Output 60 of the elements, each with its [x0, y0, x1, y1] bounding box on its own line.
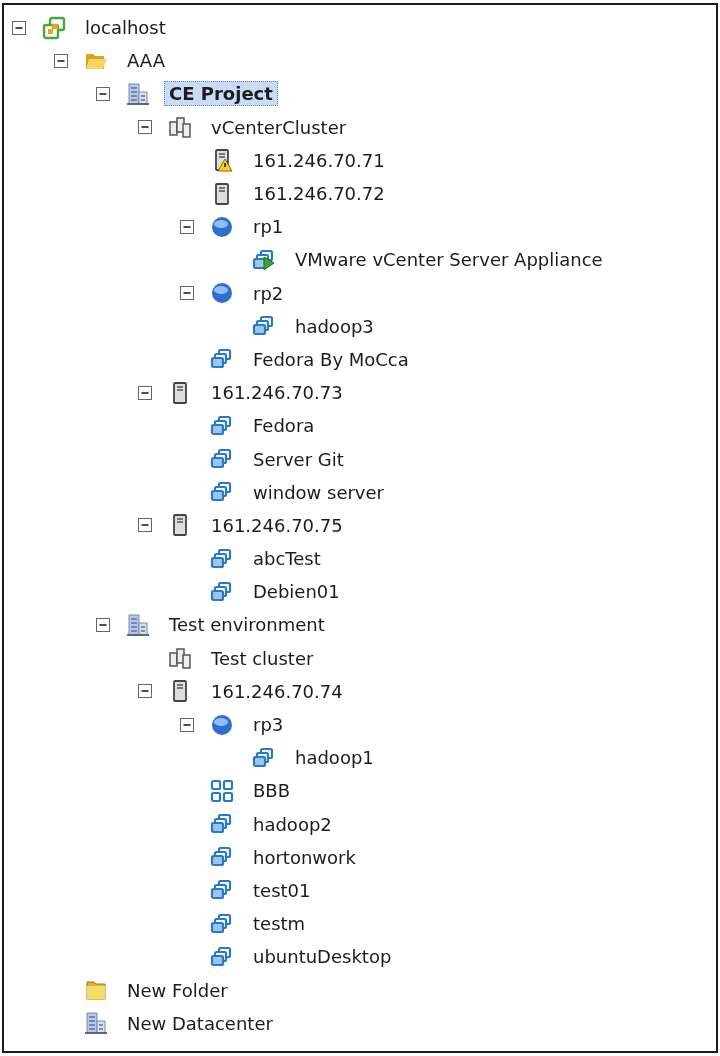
tree-item[interactable]: New Folder: [122, 977, 233, 1003]
tree-item[interactable]: Fedora By MoCca: [248, 346, 414, 372]
expand-toggle[interactable]: [12, 20, 26, 35]
vm-icon: [252, 745, 276, 770]
tree-item[interactable]: 161.246.70.71: [248, 147, 390, 173]
expand-toggle[interactable]: [54, 53, 68, 68]
tree-item[interactable]: hadoop3: [290, 313, 379, 339]
tree-item[interactable]: 161.246.70.72: [248, 181, 390, 207]
building-icon: [84, 1011, 108, 1036]
cluster-icon: [168, 115, 192, 140]
tree-item[interactable]: CE Project: [164, 81, 278, 107]
tree-item[interactable]: localhost: [80, 15, 171, 41]
sphere-icon: [210, 214, 234, 239]
expand-toggle[interactable]: [138, 120, 152, 135]
appliance-icon: [252, 247, 276, 272]
tree-item[interactable]: hadoop1: [290, 745, 379, 771]
tree-item[interactable]: test01: [248, 877, 316, 903]
sphere-icon: [210, 712, 234, 737]
tree-item[interactable]: Server Git: [248, 446, 349, 472]
expand-toggle[interactable]: [180, 219, 194, 234]
tree-item[interactable]: Debien01: [248, 579, 345, 605]
tree-item[interactable]: rp1: [248, 214, 289, 240]
tree-item[interactable]: 161.246.70.74: [206, 678, 348, 704]
cluster-icon: [168, 646, 192, 671]
vm-icon: [210, 944, 234, 969]
tree-item[interactable]: ubuntuDesktop: [248, 944, 397, 970]
tree-item[interactable]: vCenterCluster: [206, 114, 352, 140]
grid-icon: [210, 778, 234, 803]
tree-item[interactable]: testm: [248, 911, 311, 937]
expand-toggle[interactable]: [138, 385, 152, 400]
tree-item[interactable]: New Datacenter: [122, 1010, 278, 1036]
tree-item[interactable]: hadoop2: [248, 811, 337, 837]
building-icon: [126, 81, 150, 106]
tree-item[interactable]: hortonwork: [248, 844, 361, 870]
expand-toggle[interactable]: [180, 717, 194, 732]
tree-item[interactable]: 161.246.70.73: [206, 380, 348, 406]
tree-item[interactable]: rp2: [248, 280, 289, 306]
tree-item[interactable]: window server: [248, 479, 389, 505]
tree-item[interactable]: abcTest: [248, 546, 326, 572]
tree-item[interactable]: VMware vCenter Server Appliance: [290, 247, 608, 273]
vm-icon: [210, 546, 234, 571]
expand-toggle[interactable]: [96, 617, 110, 632]
folder-icon: [84, 978, 108, 1003]
tree-item[interactable]: BBB: [248, 778, 296, 804]
expand-toggle[interactable]: [138, 518, 152, 533]
vm-icon: [210, 579, 234, 604]
tree-item[interactable]: AAA: [122, 48, 170, 74]
vcenter-icon: [42, 15, 66, 40]
vm-icon: [210, 911, 234, 936]
vm-icon: [210, 413, 234, 438]
expand-toggle[interactable]: [138, 684, 152, 699]
expand-toggle[interactable]: [96, 86, 110, 101]
building-icon: [126, 612, 150, 637]
expand-toggle[interactable]: [180, 286, 194, 301]
sphere-icon: [210, 281, 234, 306]
tree-item[interactable]: Test environment: [164, 612, 330, 638]
tree-item[interactable]: 161.246.70.75: [206, 512, 348, 538]
tree-item[interactable]: Test cluster: [206, 645, 319, 671]
tree-item[interactable]: Fedora: [248, 413, 320, 439]
tree-item[interactable]: rp3: [248, 712, 289, 738]
